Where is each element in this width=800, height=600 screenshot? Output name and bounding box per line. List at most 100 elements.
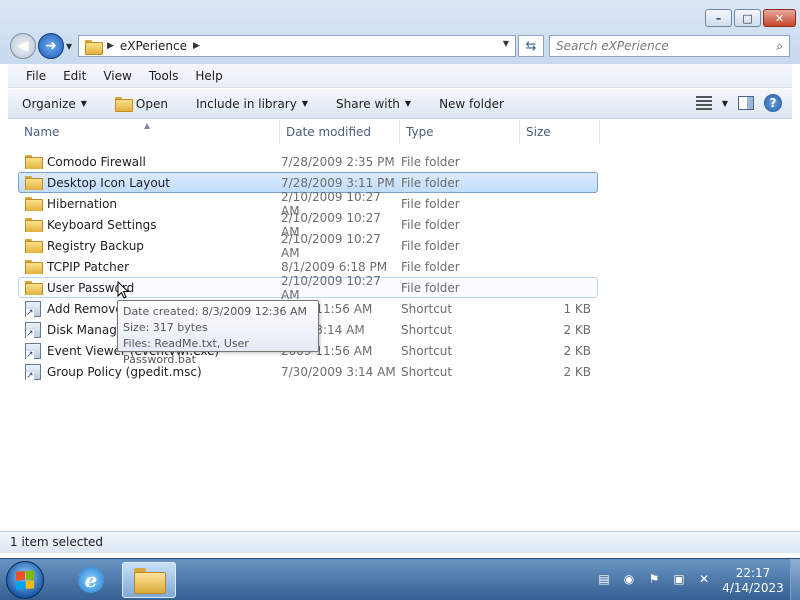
windows-explorer-icon [134,568,166,594]
column-headers: ▲ Name Date modified Type Size [8,120,792,144]
breadcrumb-chevron-icon[interactable]: ▶ [107,41,114,51]
file-name: Keyboard Settings [47,217,157,232]
sort-ascending-icon: ▲ [144,121,151,130]
start-button[interactable] [6,561,44,599]
maximize-icon: □ [742,11,753,25]
menu-file[interactable]: File [8,69,55,83]
view-chevron-down-icon[interactable]: ▼ [722,99,728,108]
file-type: File folder [401,280,460,295]
open-button[interactable]: Open [101,97,182,112]
file-type: Shortcut [401,343,453,358]
file-type: File folder [401,259,460,274]
file-type: File folder [401,196,460,211]
file-name-cell: Keyboard Settings [19,218,281,232]
view-controls: ▼ ? [695,94,782,112]
minimize-button[interactable]: – [705,9,732,27]
file-date: 8/1/2009 6:18 PM [281,259,388,274]
file-type: File folder [401,175,460,190]
column-header-date-modified[interactable]: Date modified [280,120,400,144]
view-options-icon[interactable] [695,96,712,110]
include-in-library-button[interactable]: Include in library ▼ [182,97,322,111]
file-date: 7/28/2009 2:35 PM [281,154,395,169]
show-desktop-button[interactable] [790,559,800,600]
shortcut-icon [25,300,41,317]
help-icon[interactable]: ? [764,94,782,112]
folder-icon [25,197,43,211]
window-controls: – □ ✕ [703,9,796,27]
command-bar: Organize ▼ Open Include in library ▼ Sha… [8,89,792,119]
shortcut-icon [25,321,41,338]
tray-volume-muted-icon[interactable]: ✕ [696,571,712,587]
file-name: Hibernation [47,196,118,211]
file-name: Registry Backup [47,238,144,253]
tray-document-icon[interactable]: ▤ [596,571,612,587]
menu-help[interactable]: Help [187,69,231,83]
organize-button[interactable]: Organize ▼ [8,97,101,111]
file-name: Desktop Icon Layout [47,175,170,190]
column-header-date-label: Date modified [286,125,372,139]
column-header-size[interactable]: Size [520,120,600,144]
back-arrow-icon: ◀ [17,38,29,54]
back-button[interactable]: ◀ [10,33,36,59]
taskbar-clock[interactable]: 22:17 4/14/2023 [722,566,784,596]
tooltip-date-created: Date created: 8/3/2009 12:36 AM [123,305,308,318]
maximize-button[interactable]: □ [734,9,761,27]
folder-icon [25,281,43,295]
tooltip-files: Files: ReadMe.txt, User Password.bat [123,337,249,366]
file-size: 2 KB [563,343,591,358]
breadcrumb-chevron-icon[interactable]: ▶ [193,41,200,51]
file-name-cell: Comodo Firewall [19,155,281,169]
file-tooltip: Date created: 8/3/2009 12:36 AM Size: 31… [117,300,319,366]
search-box[interactable]: ⌕ [549,35,790,57]
file-name-cell: TCPIP Patcher [19,260,281,274]
menu-bar: File Edit View Tools Help [8,64,792,88]
address-dropdown-icon[interactable]: ▼ [503,39,509,48]
share-with-button[interactable]: Share with ▼ [322,97,425,111]
new-folder-button[interactable]: New folder [425,97,518,111]
close-button[interactable]: ✕ [763,9,796,27]
search-input[interactable] [550,36,760,56]
column-header-type[interactable]: Type [400,120,520,144]
status-bar: 1 item selected [0,531,800,553]
recent-pages-dropdown-icon[interactable]: ▼ [66,42,72,51]
file-name: Comodo Firewall [47,154,146,169]
preview-pane-icon[interactable] [738,96,754,110]
file-row[interactable]: Registry Backup 2/10/2009 10:27 AM File fo… [18,232,598,260]
breadcrumb-experience[interactable]: eXPerience [120,39,187,53]
tooltip-size: Size: 317 bytes [123,321,208,334]
tray-security-icon[interactable]: ◉ [621,571,637,587]
menu-edit[interactable]: Edit [55,69,95,83]
window-titlebar: – □ ✕ ◀ ➜ ▼ ▶ eXPerience ▶ ▼ ⇆ ⌕ [0,0,800,64]
minimize-icon: – [715,11,722,25]
file-name-cell: Desktop Icon Layout [19,176,281,190]
file-date: 7/28/2009 3:11 PM [281,175,395,190]
tray-network-icon[interactable]: ▣ [671,571,687,587]
system-tray: ▤ ◉ ⚑ ▣ ✕ [596,571,712,587]
open-folder-icon [114,97,133,112]
refresh-button[interactable]: ⇆ [518,35,544,57]
file-row[interactable]: Comodo Firewall 7/28/2009 2:35 PM File fol… [18,151,598,172]
folder-icon [25,260,43,274]
search-icon[interactable]: ⌕ [776,39,783,54]
column-header-name-label: Name [24,125,60,139]
column-header-name[interactable]: ▲ Name [8,120,280,144]
taskbar: e ▤ ◉ ⚑ ▣ ✕ 22:17 4/14/2023 [0,558,800,600]
file-name-cell: Registry Backup [19,239,281,253]
folder-icon [25,218,43,232]
tray-action-center-flag-icon[interactable]: ⚑ [646,571,662,587]
file-type: Shortcut [401,364,453,379]
folder-icon [25,239,43,253]
forward-button[interactable]: ➜ [38,33,64,59]
menu-view[interactable]: View [95,69,140,83]
file-name-cell: User Password [19,281,281,295]
menu-tools[interactable]: Tools [141,69,188,83]
file-type: File folder [401,238,460,253]
file-row[interactable]: User Password 2/10/2009 10:27 AM File fold… [18,274,598,302]
address-bar[interactable]: ▶ eXPerience ▶ ▼ [78,35,516,57]
refresh-icon: ⇆ [525,38,537,54]
windows-logo-icon [16,570,34,590]
taskbar-windows-explorer[interactable] [122,562,176,598]
taskbar-internet-explorer[interactable]: e [64,562,118,598]
chevron-down-icon: ▼ [80,99,87,108]
folder-icon [85,39,103,55]
